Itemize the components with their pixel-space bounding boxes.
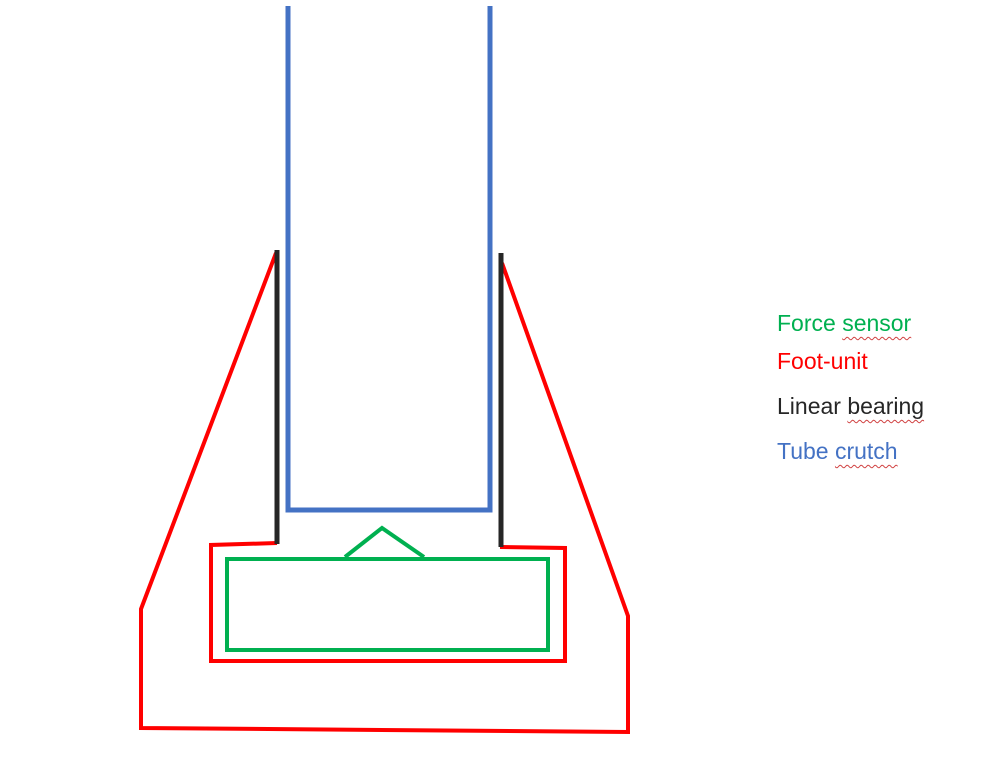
legend-item-tube-crutch: Tube crutch <box>777 436 898 466</box>
legend-force-sensor-word2: sensor <box>842 310 912 336</box>
legend-tube-crutch-word2: crutch <box>834 438 898 464</box>
force-sensor-tip <box>343 525 426 559</box>
force-sensor-body <box>225 557 550 652</box>
legend-item-linear-bearing: Linear bearing <box>777 391 924 421</box>
legend-linear-bearing-word2: bearing <box>847 393 925 419</box>
tube-crutch-shape <box>285 6 493 513</box>
crutch-foot-diagram <box>139 6 630 735</box>
legend-item-force-sensor: Force sensor <box>777 308 911 338</box>
legend-item-foot-unit: Foot-unit <box>777 346 868 376</box>
legend-linear-bearing-word1: Linear <box>777 393 848 419</box>
legend-tube-crutch-word1: Tube <box>777 438 835 464</box>
legend-force-sensor-word1: Force <box>777 310 843 336</box>
legend-foot-unit-word1: Foot-unit <box>777 348 868 374</box>
